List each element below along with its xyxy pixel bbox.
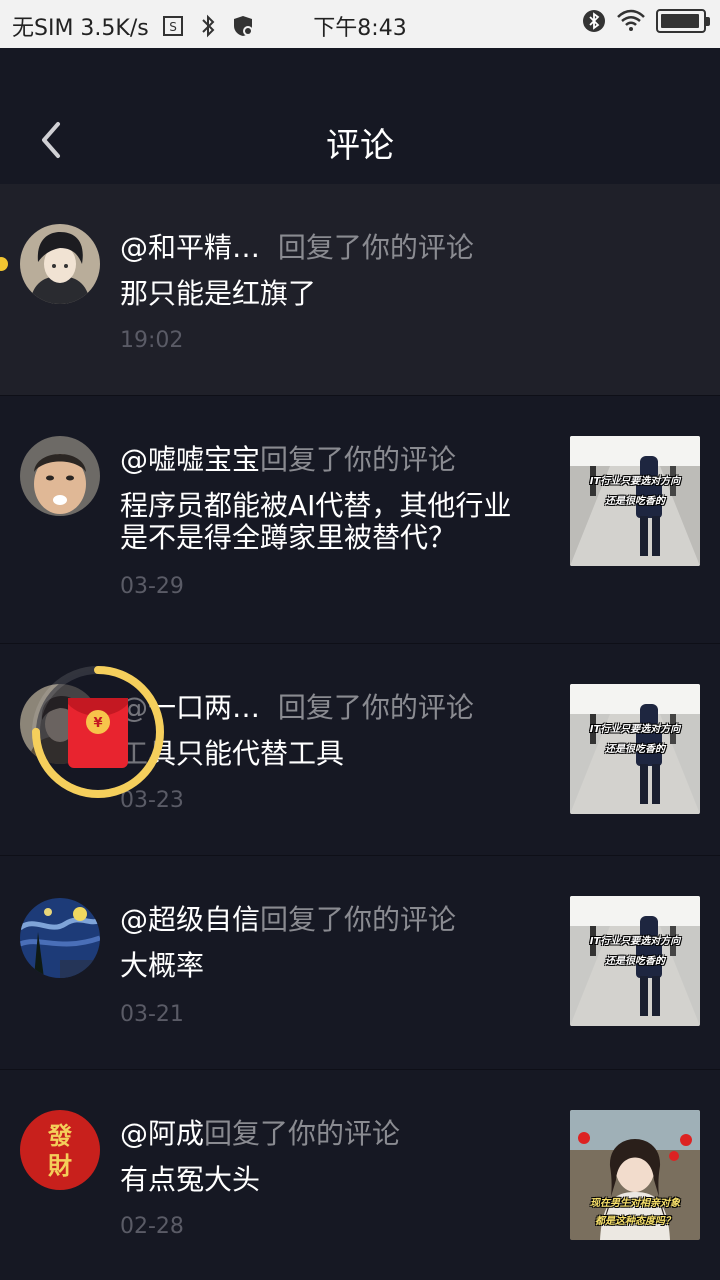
timestamp: 03-21 — [120, 1002, 184, 1027]
timestamp: 02-28 — [120, 1214, 184, 1239]
user-name[interactable]: @超级自信 — [120, 903, 260, 936]
video-thumbnail[interactable]: IT行业只要选对方向 还是很吃香的 — [570, 436, 700, 566]
list-item[interactable]: @和平精… 回复了你的评论 那只能是红旗了 19:02 — [0, 184, 720, 396]
thumbnail-caption-line: 还是很吃香的 — [605, 956, 665, 967]
comment-text: 那只能是红旗了 — [120, 277, 317, 310]
list-item[interactable]: @超级自信回复了你的评论 大概率 03-21 IT行业只要选对方向 还是很吃香的 — [0, 856, 720, 1070]
timestamp: 19:02 — [120, 328, 184, 353]
item-header: @一口两… 回复了你的评论 — [120, 686, 474, 726]
item-header: @超级自信回复了你的评论 — [120, 898, 456, 938]
thumbnail-caption-line: 还是很吃香的 — [605, 744, 665, 755]
action-text: 回复了你的评论 — [260, 443, 457, 476]
video-thumbnail[interactable]: IT行业只要选对方向 还是很吃香的 — [570, 896, 700, 1026]
battery-icon — [656, 9, 710, 33]
unread-dot — [0, 257, 8, 271]
action-text: 回复了你的评论 — [277, 231, 474, 264]
thumbnail-caption-line: 都是这种态度吗？ — [595, 1216, 675, 1227]
user-name[interactable]: @和平精… — [120, 231, 260, 264]
comment-text: 大概率 — [120, 949, 205, 982]
currency-symbol: ¥ — [93, 716, 102, 731]
item-header: @和平精… 回复了你的评论 — [120, 226, 474, 266]
comment-text: 有点冤大头 — [120, 1163, 261, 1196]
video-thumbnail[interactable]: 现在男生对相亲对象 都是这种态度吗？ — [570, 1110, 700, 1240]
thumbnail-caption-line: 还是很吃香的 — [605, 496, 665, 507]
item-header: @阿成回复了你的评论 — [120, 1112, 400, 1152]
action-text: 回复了你的评论 — [204, 1117, 401, 1150]
red-envelope-icon: ¥ — [68, 698, 128, 768]
video-thumbnail[interactable]: IT行业只要选对方向 还是很吃香的 — [570, 684, 700, 814]
wifi-icon — [617, 9, 645, 31]
status-bar: 无SIM 3.5K/s S 下午8:43 — [0, 0, 720, 48]
avatar[interactable] — [20, 436, 100, 516]
thumbnail-caption-line: 现在男生对相亲对象 — [590, 1198, 680, 1209]
avatar-glyph: 財 — [48, 1151, 72, 1180]
list-item[interactable]: 發 財 @阿成回复了你的评论 有点冤大头 02-28 现在男生对相亲对象 都是这… — [0, 1070, 720, 1280]
bluetooth-icon — [583, 10, 605, 32]
page-title: 评论 — [326, 126, 394, 166]
action-text: 回复了你的评论 — [277, 691, 474, 724]
user-name[interactable]: @嘘嘘宝宝 — [120, 443, 260, 476]
action-text: 回复了你的评论 — [260, 903, 457, 936]
avatar-glyph: 發 — [47, 1121, 72, 1150]
thumbnail-caption-line: IT行业只要选对方向 — [589, 936, 681, 947]
status-right — [582, 9, 710, 33]
comment-text: 程序员都能被AI代替，其他行业是不是得全蹲家里被替代？ — [120, 489, 512, 554]
item-header: @嘘嘘宝宝回复了你的评论 — [120, 438, 456, 478]
user-name[interactable]: @阿成 — [120, 1117, 204, 1150]
avatar[interactable] — [20, 224, 100, 304]
header: 评论 — [0, 48, 720, 184]
avatar[interactable] — [20, 898, 100, 978]
timestamp: 03-29 — [120, 574, 184, 599]
thumbnail-caption-line: IT行业只要选对方向 — [589, 724, 681, 735]
list-item[interactable]: @嘘嘘宝宝回复了你的评论 程序员都能被AI代替，其他行业是不是得全蹲家里被替代？… — [0, 396, 720, 644]
avatar[interactable]: 發 財 — [20, 1110, 100, 1190]
thumbnail-caption-line: IT行业只要选对方向 — [589, 476, 681, 487]
comment-text: 工具只能代替工具 — [120, 737, 345, 770]
red-packet-widget[interactable]: ¥ — [28, 662, 168, 802]
